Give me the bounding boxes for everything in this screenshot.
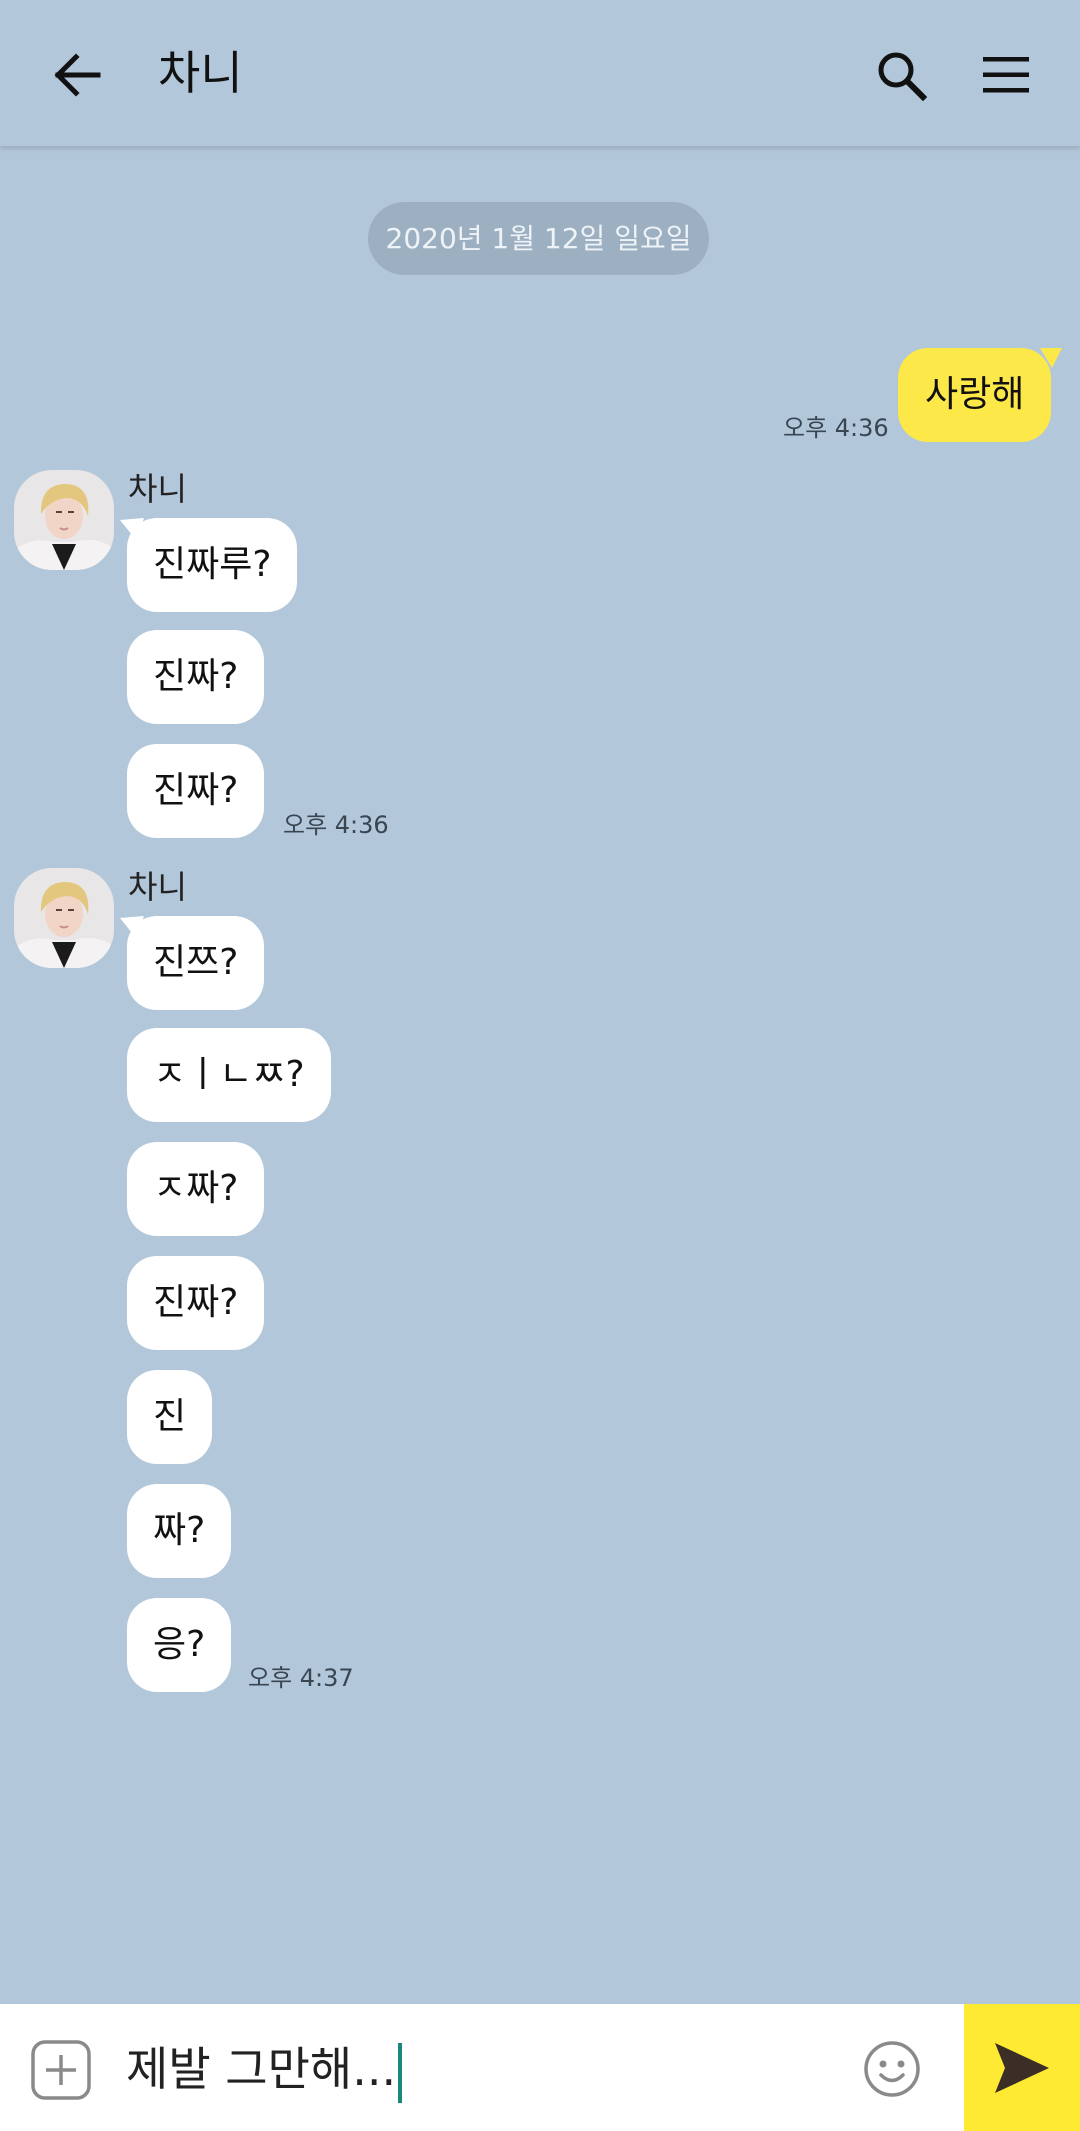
incoming-message-bubble[interactable]: 진 (127, 1370, 213, 1464)
avatar[interactable] (14, 470, 114, 570)
message-composer: 제발 그만해... (0, 2004, 1080, 2131)
incoming-message-bubble[interactable]: 진짜루? (127, 518, 298, 612)
profile-photo (14, 470, 114, 570)
incoming-message-bubble[interactable]: 진짜? (127, 744, 265, 838)
profile-photo (14, 868, 114, 968)
text-cursor (398, 2042, 403, 2103)
emoji-button[interactable] (862, 2039, 922, 2099)
menu-button[interactable] (971, 40, 1041, 110)
back-button[interactable] (42, 40, 112, 110)
message-time: 오후 4:36 (783, 414, 889, 442)
chat-header: 차니 (0, 0, 1080, 146)
message-input-value: 제발 그만해... (126, 2042, 397, 2096)
bubble-tail (1040, 348, 1062, 368)
incoming-message-bubble[interactable]: ㅈㅣㄴㅉ? (127, 1028, 331, 1122)
sender-name: 차니 (128, 868, 187, 906)
message-input[interactable]: 제발 그만해... (126, 2029, 826, 2109)
incoming-message-bubble[interactable]: 진짜? (127, 1256, 265, 1350)
add-attachment-button[interactable] (30, 2039, 92, 2101)
search-icon (878, 52, 927, 101)
plus-square-icon (31, 2040, 91, 2100)
avatar[interactable] (14, 868, 114, 968)
sender-name: 차니 (128, 470, 187, 508)
hamburger-menu-icon (983, 57, 1029, 93)
chat-title: 차니 (158, 46, 243, 100)
incoming-message-bubble[interactable]: 짜? (127, 1484, 232, 1578)
message-time: 오후 4:36 (283, 811, 389, 839)
outgoing-message-bubble[interactable]: 사랑해 (898, 348, 1052, 442)
send-arrow-icon (995, 2042, 1049, 2093)
incoming-message-bubble[interactable]: 진짜? (127, 630, 265, 724)
smiley-icon (864, 2041, 920, 2097)
incoming-message-bubble[interactable]: ㅈ짜? (127, 1142, 265, 1236)
message-time: 오후 4:37 (248, 1664, 354, 1692)
incoming-message-bubble[interactable]: 응? (127, 1598, 232, 1692)
date-divider: 2020년 1월 12일 일요일 (368, 202, 709, 275)
incoming-message-bubble[interactable]: 진쯔? (127, 916, 265, 1010)
send-button[interactable] (964, 2004, 1080, 2131)
arrow-left-icon (54, 53, 101, 97)
search-button[interactable] (866, 40, 936, 110)
